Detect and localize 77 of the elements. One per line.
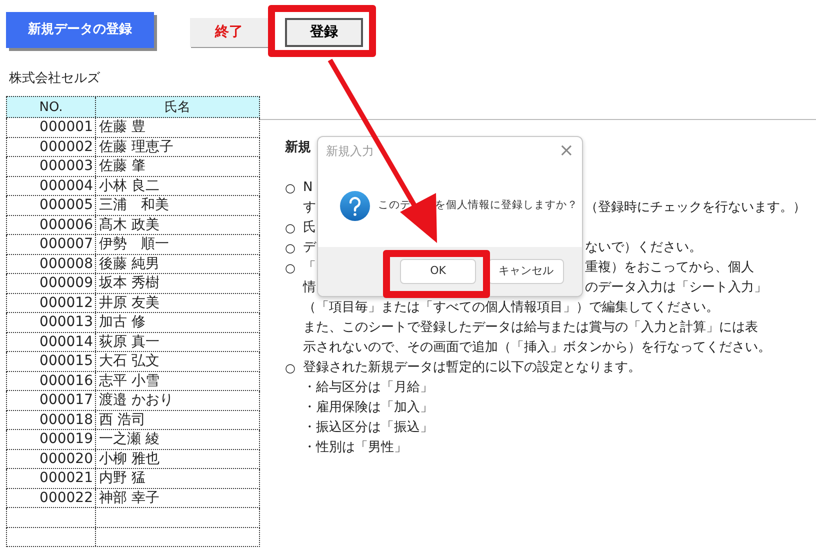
table-cell-text: 坂本 秀樹 [98,274,160,292]
bullet-mark: ○ [285,360,296,377]
table-cell: 000018 [7,410,96,429]
table-cell: 000014 [7,332,96,351]
table-cell-text: 一之瀬 綾 [98,430,160,448]
bullet-mark: ○ [285,260,296,277]
close-button[interactable]: × [558,142,574,160]
table-cell: 000013 [7,313,96,332]
table-cell-text: 小柳 雅也 [98,450,160,468]
table-cell-text: 佐藤 豊 [98,118,146,136]
table-cell: 000007 [7,235,96,254]
ok-button[interactable]: OK [400,259,476,284]
company-name: 株式会社セルズ [9,70,101,88]
dialog-message: を個人情報に登録しますか？ [435,198,578,214]
notes-heading: 新規 [285,138,311,157]
exit-button[interactable]: 終了 [190,18,268,47]
note-text: 「 [303,260,316,275]
note-text: 登録された新規データは暫定的に以下の設定となります。 [303,360,641,375]
note-text: ないで）ください。 [585,239,702,257]
table-cell: 000021 [7,469,96,488]
bullet-mark: ○ [285,220,296,237]
table-cell: 000001 [7,118,96,136]
note-text: のデータ入力は「シート入力」 [585,279,767,297]
dialog-message: このデ [378,198,411,214]
note-text: 情 [303,280,316,295]
table-cell: 000009 [7,274,96,292]
table-cell-text: 三浦 和美 [98,196,170,214]
table-cell-text: 西 浩司 [98,410,146,429]
table-cell: 000005 [7,196,96,214]
note-text: ・振込区分は「振込」 [303,420,433,435]
bullet-mark: ○ [285,240,296,257]
note-text: す [303,200,316,215]
table-cell-text: 伊勢 順一 [98,235,170,254]
table-cell: 000004 [7,176,96,195]
cancel-button[interactable]: キャンセル [488,259,564,284]
note-text: ・雇用保険は「加入」 [303,400,433,415]
note-text: また、このシートで登録したデータは給与または賞与の「入力と計算」には表 [303,320,758,335]
table-cell-text: 渡邉 かおり [98,391,174,410]
note-text: （登録時にチェックを行ないます。） [585,199,806,217]
note-text: （「項目毎」または「すべての個人情報項目」）で編集してください。 [303,300,719,315]
table-cell-text: 加古 修 [98,313,146,332]
table-cell: 000012 [7,294,96,312]
note-text: ・給与区分は「月給」 [303,380,433,395]
new-data-button[interactable]: 新規データの登録 [6,12,154,48]
note-text: 氏 [303,220,316,235]
table-cell: 000008 [7,254,96,273]
register-button[interactable]: 登録 [285,18,363,47]
question-icon [340,191,370,221]
table-cell-text: 内野 猛 [98,469,146,488]
table-cell-text: 髙木 政美 [98,216,160,234]
table-cell: 000019 [7,430,96,448]
bullet-mark: ○ [285,180,296,197]
note-text: 示されないので、その画面で追加（「挿入」ボタンから）を行なってください。 [303,340,771,355]
table-cell-text: 後藤 純男 [98,254,160,273]
table-cell-text: 大石 弘文 [98,352,160,370]
note-text: ・性別は「男性」 [303,440,407,455]
column-header: NO. [7,97,96,117]
table-cell-text: 荻原 真一 [98,332,160,351]
note-text: デ [303,240,316,255]
column-header: 氏名 [164,99,192,117]
table-cell: 000003 [7,157,96,176]
table-cell-text: 佐藤 肇 [98,157,146,176]
table-cell: 000006 [7,216,96,234]
table-cell: 000020 [7,450,96,468]
table-cell-text: 井原 友美 [98,294,160,312]
table-cell: 000015 [7,352,96,370]
table-cell-text: 神部 幸子 [98,488,160,507]
table-cell-text: 志平 小雪 [98,372,160,390]
table-cell: 000016 [7,372,96,390]
dialog-title: 新規入力 [326,143,374,160]
table-cell: 000002 [7,138,96,156]
note-text: N [303,180,313,195]
note-text: 重複）をおこってから、個人 [585,259,754,277]
table-cell: 000022 [7,488,96,507]
table-cell-text: 佐藤 理恵子 [98,138,174,156]
table-cell-text: 小林 良二 [98,176,160,195]
table-cell: 000017 [7,391,96,410]
